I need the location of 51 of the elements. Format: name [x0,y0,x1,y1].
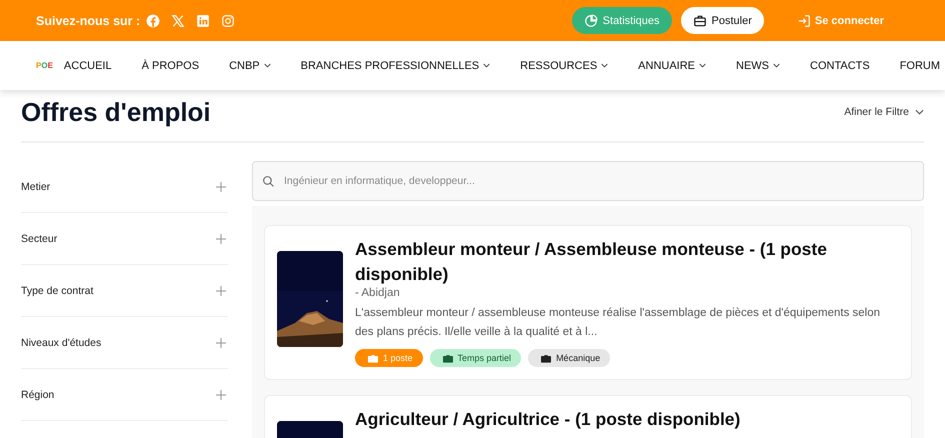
job-card[interactable]: Agriculteur / Agricultrice - (1 poste disponible) [264,395,912,438]
nav-link[interactable]: À PROPOS [142,60,200,72]
plus-icon [216,390,226,400]
search-icon [262,175,275,188]
page-title: Offres d'emploi [21,96,211,128]
filter-accordion-item[interactable]: Secteur [21,213,228,265]
filter-toggle[interactable]: Afiner le Filtre [844,106,924,118]
filter-accordion-item[interactable]: Metier [21,161,228,213]
chevron-down-icon [483,63,490,68]
x-icon[interactable] [171,14,186,28]
filter-accordion-item[interactable]: Type de contrat [21,265,228,317]
instagram-icon[interactable] [221,14,236,28]
search-field[interactable]: Ingénieur en informatique, developpeur... [252,161,924,201]
chevron-down-icon [601,63,608,68]
nav-link[interactable]: ANNUAIRE [638,60,706,72]
chevron-down-icon [699,63,706,68]
briefcase-icon [541,354,552,362]
logo[interactable]: POE [36,61,53,70]
nav-link[interactable]: FORUM [900,60,940,72]
briefcase-icon [692,14,707,28]
plus-icon [216,234,226,244]
nav-link[interactable]: RESSOURCES [520,60,608,72]
linkedin-icon[interactable] [196,14,210,28]
briefcase-icon [368,354,378,362]
plus-icon [216,338,226,348]
job-location: - Abidjan [355,287,401,299]
briefcase-icon [442,354,453,362]
job-card[interactable] [264,225,912,380]
nav-link[interactable]: ACCUEIL [64,60,112,72]
nav-link[interactable]: CNBP [229,60,271,72]
nav-link[interactable]: CONTACTS [810,60,870,72]
apply-button[interactable]: Postuler [680,7,764,34]
job-title[interactable]: Assembleur monteur / Assembleuse monteuse - (1 poste disponible) [355,237,899,287]
plus-icon [216,182,226,192]
job-description: L'assembleur monteur / assembleuse monteuse réalise l'assemblage de pièces et d'équipements selon des plans précis. Il/elle veille à la qualité et à l... [355,306,882,340]
chevron-down-icon [773,63,780,68]
login-icon [796,14,811,28]
job-tag: 1 poste [355,349,423,367]
job-title[interactable]: Agriculteur / Agricultrice - (1 poste disponible) [355,407,899,432]
job-tag: Mécanique [528,349,610,367]
chevron-down-icon [915,109,924,115]
filter-accordion-item[interactable]: Niveaux d'études [21,317,228,369]
filter-accordion-item[interactable]: Région [21,369,228,421]
facebook-icon[interactable] [146,14,160,28]
plus-icon [216,286,226,296]
nav-link[interactable]: NEWS [736,60,780,72]
follow-label: Suivez-nous sur : [36,14,140,28]
chevron-down-icon [264,63,271,68]
pie-chart-icon [584,14,598,28]
job-tag: Temps partiel [430,349,522,367]
nav-link[interactable]: BRANCHES PROFESSIONNELLES [300,60,490,72]
